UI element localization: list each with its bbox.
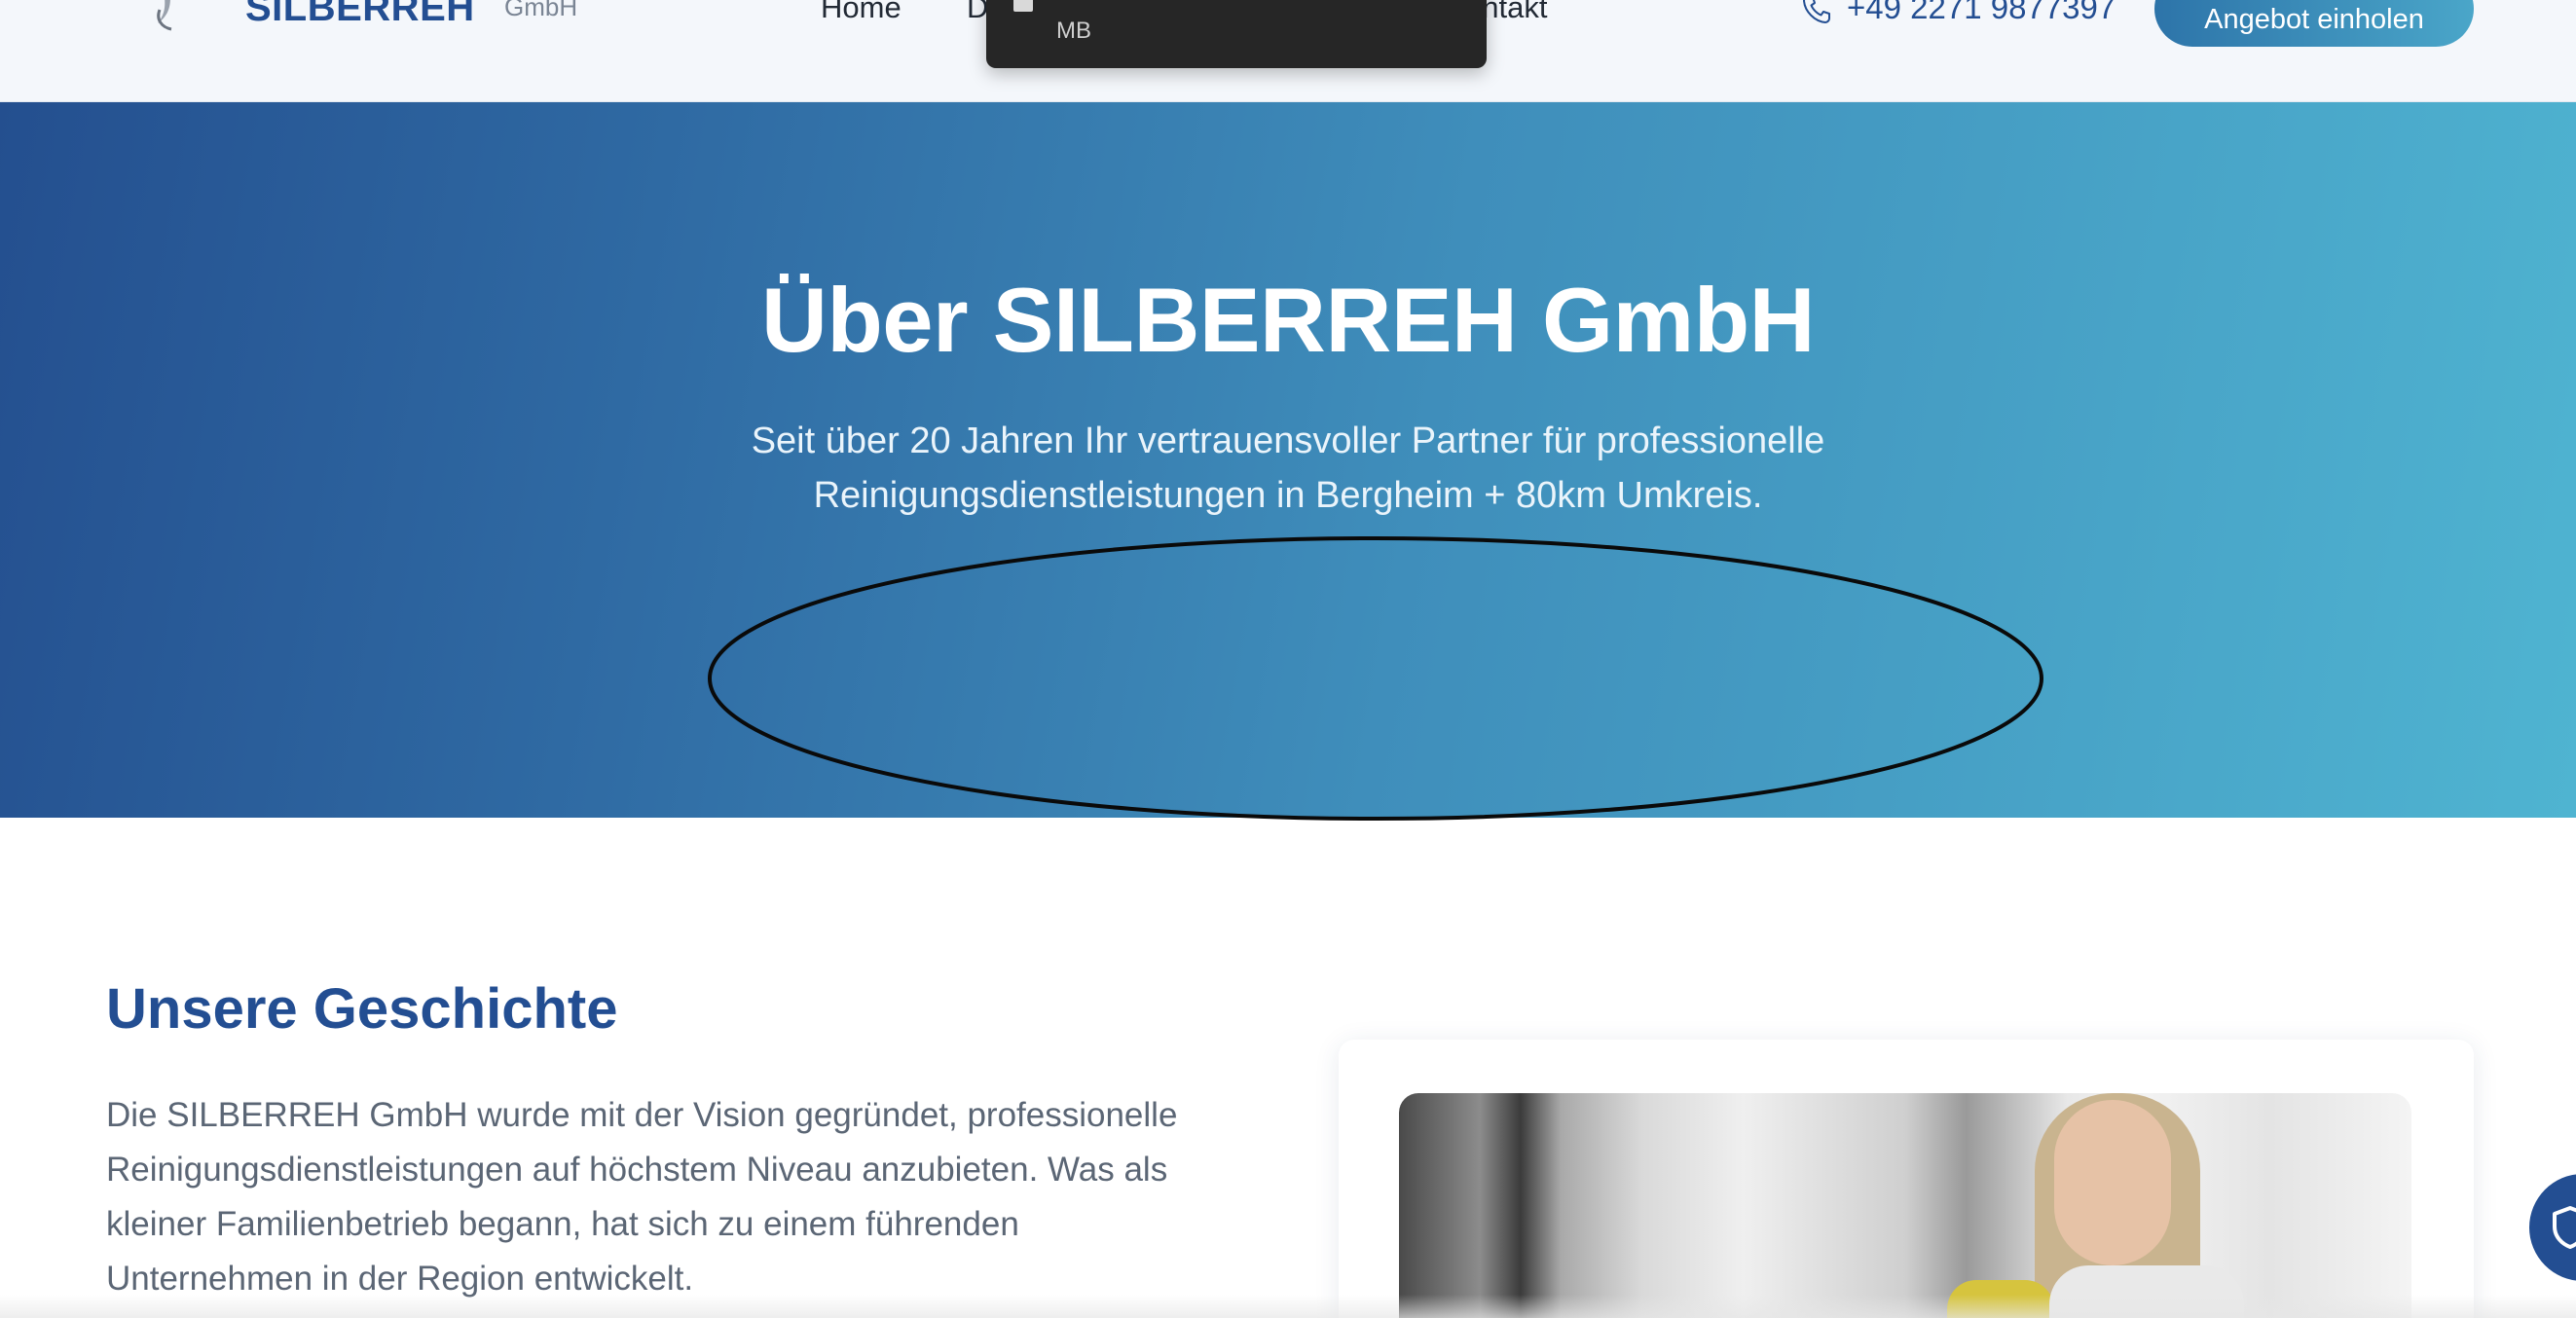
phone-link[interactable]: +49 2271 9877397 bbox=[1847, 0, 2116, 26]
story-line: Reinigungsdienstleistungen auf höchstem … bbox=[106, 1151, 1168, 1189]
photo-person-face bbox=[2054, 1100, 2171, 1265]
page-title: Über SILBERREH GmbH bbox=[760, 269, 1816, 371]
hero-section: Über SILBERREH GmbH Seit über 20 Jahren … bbox=[0, 102, 2576, 821]
bottom-fade bbox=[0, 1295, 2576, 1318]
request-quote-label: Angebot einholen bbox=[2204, 4, 2424, 35]
story-heading: Unsere Geschichte bbox=[106, 977, 618, 1041]
request-quote-button[interactable]: Angebot einholen bbox=[2154, 0, 2474, 47]
hero-subtitle: Seit über 20 Jahren Ihr vertrauensvoller… bbox=[655, 414, 1921, 523]
chat-icon bbox=[2553, 1206, 2576, 1249]
chat-button[interactable] bbox=[2529, 1174, 2576, 1281]
toast-text-line2: MB bbox=[1056, 18, 1091, 44]
logo-name[interactable]: SILBERREH bbox=[245, 0, 475, 30]
nav-home[interactable]: Home bbox=[821, 0, 902, 25]
story-line: Die SILBERREH GmbH wurde mit der Vision … bbox=[106, 1096, 1178, 1134]
story-line: kleiner Familienbetrieb begann, hat sich… bbox=[106, 1205, 1019, 1243]
download-toast[interactable]: MB bbox=[986, 0, 1487, 68]
annotation-ellipse bbox=[708, 536, 2043, 821]
phone-icon bbox=[1803, 0, 1830, 23]
story-text: Die SILBERREH GmbH wurde mit der Vision … bbox=[106, 1088, 1235, 1306]
logo-mark-icon[interactable] bbox=[146, 0, 185, 31]
hero-subtitle-line2: Reinigungsdienstleistungen in Bergheim +… bbox=[813, 475, 1763, 516]
logo-suffix: GmbH bbox=[504, 0, 578, 21]
story-photo bbox=[1399, 1093, 2411, 1318]
file-icon bbox=[1013, 0, 1033, 12]
hero-subtitle-line1: Seit über 20 Jahren Ihr vertrauensvoller… bbox=[751, 421, 1825, 461]
